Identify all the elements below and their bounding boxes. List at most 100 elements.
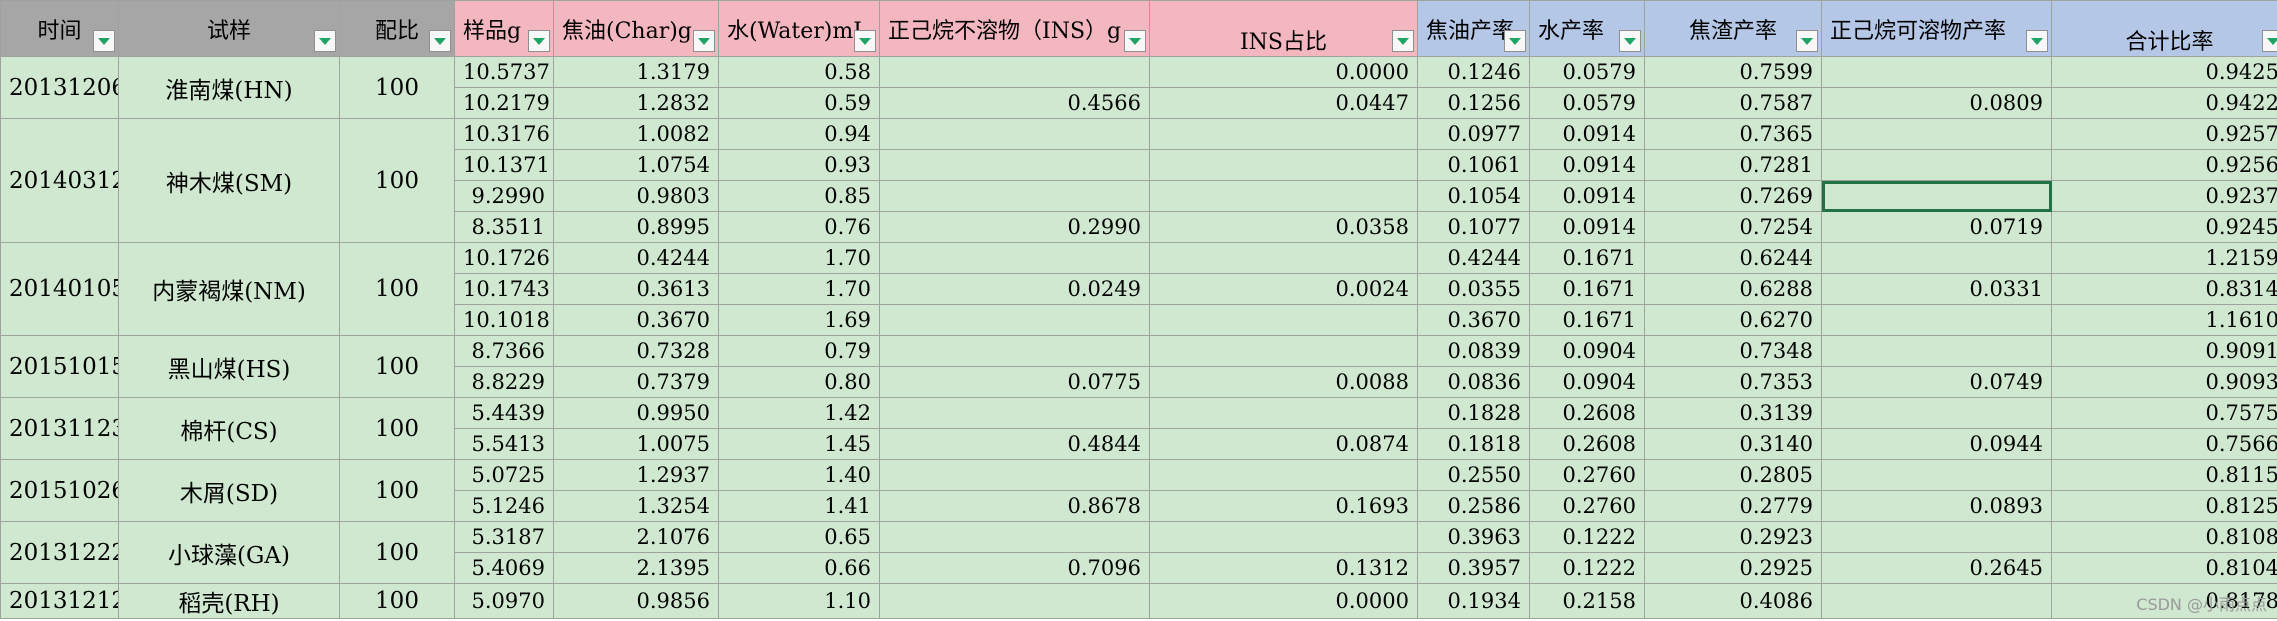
ins-cell[interactable]: 0.4566 — [879, 87, 1150, 119]
water-yield-cell[interactable]: 0.2760 — [1529, 490, 1645, 522]
total-cell[interactable]: 0.8314 — [2051, 273, 2277, 305]
ins-share-cell[interactable] — [1149, 304, 1418, 336]
ins-cell[interactable] — [879, 583, 1150, 619]
filter-dropdown-button[interactable] — [93, 30, 115, 52]
water-yield-cell[interactable]: 0.1671 — [1529, 242, 1645, 274]
filter-dropdown-button[interactable] — [1796, 30, 1818, 52]
residue-yield-cell[interactable]: 0.7599 — [1644, 56, 1822, 88]
total-cell[interactable]: 0.9422 — [2051, 87, 2277, 119]
sample-name-cell[interactable]: 内蒙褐煤(NM) — [118, 242, 340, 336]
total-cell[interactable]: 1.1610 — [2051, 304, 2277, 336]
ins-cell[interactable]: 0.0249 — [879, 273, 1150, 305]
water-cell[interactable]: 1.42 — [718, 397, 880, 429]
residue-yield-cell[interactable]: 0.3139 — [1644, 397, 1822, 429]
ins-share-cell[interactable] — [1149, 335, 1418, 367]
total-cell[interactable]: 0.8108 — [2051, 521, 2277, 553]
water-cell[interactable]: 1.45 — [718, 428, 880, 460]
total-cell[interactable]: 0.9245 — [2051, 211, 2277, 243]
ratio-cell[interactable]: 100 — [339, 583, 455, 619]
char-cell[interactable]: 0.9950 — [553, 397, 719, 429]
sample-mass-cell[interactable]: 8.7366 — [454, 335, 554, 367]
residue-yield-cell[interactable]: 0.7365 — [1644, 118, 1822, 150]
date-cell[interactable]: 20131206 — [0, 56, 119, 119]
ratio-cell[interactable]: 100 — [339, 242, 455, 336]
char-yield-cell[interactable]: 0.3957 — [1417, 552, 1530, 584]
ratio-cell[interactable]: 100 — [339, 521, 455, 584]
total-cell[interactable]: 0.8104 — [2051, 552, 2277, 584]
residue-yield-cell[interactable]: 0.7269 — [1644, 180, 1822, 212]
ins-cell[interactable] — [879, 242, 1150, 274]
char-yield-cell[interactable]: 0.0355 — [1417, 273, 1530, 305]
water-cell[interactable]: 1.69 — [718, 304, 880, 336]
ins-cell[interactable]: 0.2990 — [879, 211, 1150, 243]
soluble-yield-cell[interactable] — [1821, 180, 2052, 212]
sample-mass-cell[interactable]: 10.1743 — [454, 273, 554, 305]
water-yield-cell[interactable]: 0.0904 — [1529, 335, 1645, 367]
ins-share-cell[interactable]: 0.0000 — [1149, 583, 1418, 619]
char-cell[interactable]: 0.3670 — [553, 304, 719, 336]
sample-mass-cell[interactable]: 10.2179 — [454, 87, 554, 119]
char-yield-cell[interactable]: 0.1054 — [1417, 180, 1530, 212]
date-cell[interactable]: 20140105 — [0, 242, 119, 336]
soluble-yield-cell[interactable] — [1821, 242, 2052, 274]
water-yield-cell[interactable]: 0.0914 — [1529, 149, 1645, 181]
sample-mass-cell[interactable]: 9.2990 — [454, 180, 554, 212]
ins-share-cell[interactable]: 0.0024 — [1149, 273, 1418, 305]
water-yield-cell[interactable]: 0.2608 — [1529, 397, 1645, 429]
water-yield-cell[interactable]: 0.2608 — [1529, 428, 1645, 460]
sample-mass-cell[interactable]: 5.5413 — [454, 428, 554, 460]
ins-cell[interactable]: 0.8678 — [879, 490, 1150, 522]
water-yield-cell[interactable]: 0.2158 — [1529, 583, 1645, 619]
water-cell[interactable]: 1.41 — [718, 490, 880, 522]
ins-cell[interactable] — [879, 521, 1150, 553]
soluble-yield-cell[interactable]: 0.0331 — [1821, 273, 2052, 305]
char-yield-cell[interactable]: 0.0839 — [1417, 335, 1530, 367]
sample-name-cell[interactable]: 黑山煤(HS) — [118, 335, 340, 398]
ins-share-cell[interactable] — [1149, 521, 1418, 553]
ins-cell[interactable] — [879, 335, 1150, 367]
date-cell[interactable]: 20151015 — [0, 335, 119, 398]
residue-yield-cell[interactable]: 0.3140 — [1644, 428, 1822, 460]
ins-cell[interactable] — [879, 149, 1150, 181]
water-yield-cell[interactable]: 0.2760 — [1529, 459, 1645, 491]
soluble-yield-cell[interactable] — [1821, 118, 2052, 150]
total-cell[interactable]: 1.2159 — [2051, 242, 2277, 274]
sample-mass-cell[interactable]: 5.4439 — [454, 397, 554, 429]
char-yield-cell[interactable]: 0.1077 — [1417, 211, 1530, 243]
sample-name-cell[interactable]: 神木煤(SM) — [118, 118, 340, 243]
ratio-cell[interactable]: 100 — [339, 459, 455, 522]
sample-mass-cell[interactable]: 5.1246 — [454, 490, 554, 522]
soluble-yield-cell[interactable] — [1821, 56, 2052, 88]
ins-cell[interactable]: 0.7096 — [879, 552, 1150, 584]
ratio-cell[interactable]: 100 — [339, 397, 455, 460]
sample-name-cell[interactable]: 稻壳(RH) — [118, 583, 340, 619]
water-cell[interactable]: 1.10 — [718, 583, 880, 619]
residue-yield-cell[interactable]: 0.7254 — [1644, 211, 1822, 243]
sample-mass-cell[interactable]: 10.1371 — [454, 149, 554, 181]
char-yield-cell[interactable]: 0.1818 — [1417, 428, 1530, 460]
residue-yield-cell[interactable]: 0.2805 — [1644, 459, 1822, 491]
soluble-yield-cell[interactable]: 0.0809 — [1821, 87, 2052, 119]
water-cell[interactable]: 1.70 — [718, 242, 880, 274]
char-yield-cell[interactable]: 0.1061 — [1417, 149, 1530, 181]
filter-dropdown-button[interactable] — [1392, 30, 1414, 52]
char-cell[interactable]: 1.0754 — [553, 149, 719, 181]
char-cell[interactable]: 1.2937 — [553, 459, 719, 491]
ins-cell[interactable]: 0.0775 — [879, 366, 1150, 398]
sample-mass-cell[interactable]: 10.1018 — [454, 304, 554, 336]
residue-yield-cell[interactable]: 0.4086 — [1644, 583, 1822, 619]
ratio-cell[interactable]: 100 — [339, 56, 455, 119]
ins-share-cell[interactable]: 0.0358 — [1149, 211, 1418, 243]
water-yield-cell[interactable]: 0.0914 — [1529, 118, 1645, 150]
filter-dropdown-button[interactable] — [2026, 30, 2048, 52]
filter-dropdown-button[interactable] — [528, 30, 550, 52]
date-cell[interactable]: 20151026 — [0, 459, 119, 522]
ins-cell[interactable] — [879, 118, 1150, 150]
char-yield-cell[interactable]: 0.1828 — [1417, 397, 1530, 429]
char-cell[interactable]: 1.0075 — [553, 428, 719, 460]
filter-dropdown-button[interactable] — [1504, 30, 1526, 52]
char-cell[interactable]: 0.8995 — [553, 211, 719, 243]
water-yield-cell[interactable]: 0.1222 — [1529, 552, 1645, 584]
residue-yield-cell[interactable]: 0.2923 — [1644, 521, 1822, 553]
residue-yield-cell[interactable]: 0.6244 — [1644, 242, 1822, 274]
